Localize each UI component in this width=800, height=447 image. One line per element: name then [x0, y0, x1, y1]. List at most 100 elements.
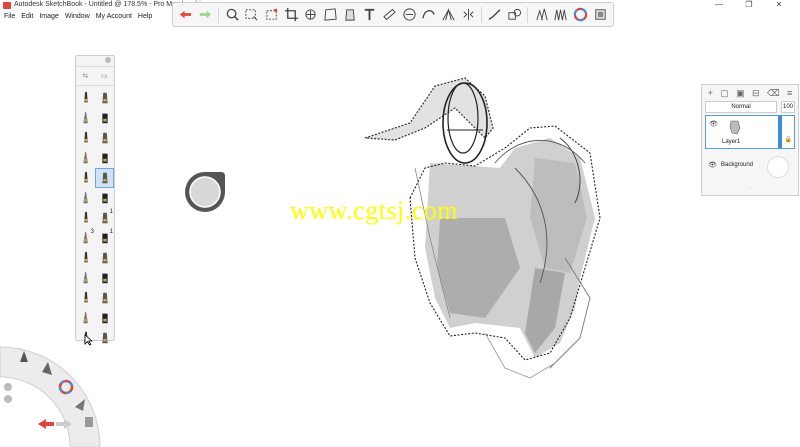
canvas-drawing[interactable] — [355, 68, 615, 390]
eraser-brush[interactable] — [76, 128, 95, 148]
add-image-icon[interactable]: ▣ — [736, 88, 745, 99]
blender-brush[interactable]: 3 — [76, 228, 95, 248]
brush-properties-icon[interactable]: ⇆ — [82, 72, 88, 80]
brush-palette-header[interactable] — [76, 56, 114, 67]
color-swatch-icon — [594, 9, 606, 20]
splatter-brush-icon — [83, 251, 88, 263]
lock-icon[interactable]: 🔒 — [785, 136, 792, 143]
distort-icon — [324, 8, 337, 21]
brush-panel-button[interactable] — [532, 5, 550, 24]
lagoon-settings-icon[interactable] — [4, 395, 12, 403]
menu-help[interactable]: Help — [138, 11, 152, 22]
round-brush[interactable]: 1 — [95, 208, 114, 228]
distort-button[interactable] — [322, 5, 340, 24]
text-button[interactable] — [361, 5, 379, 24]
brush-library-icon[interactable]: ▭ — [101, 72, 108, 80]
add-layer-icon[interactable]: + — [708, 88, 713, 98]
layer-row-layer1[interactable]: 👁 Layer1 🔒 — [705, 115, 795, 149]
layer-menu-icon[interactable]: ≡ — [787, 88, 792, 98]
shape-button[interactable] — [506, 5, 524, 24]
minimize-button[interactable]: — — [704, 0, 734, 10]
background-color-swatch[interactable] — [767, 156, 789, 178]
crop-button[interactable] — [282, 5, 300, 24]
marker-brush[interactable] — [95, 108, 114, 128]
blend-mode-select[interactable]: Normal — [705, 101, 777, 113]
fill-button[interactable] — [341, 5, 359, 24]
crop-select-icon — [266, 8, 278, 20]
eye-icon[interactable]: 👁 — [708, 161, 717, 169]
app-icon — [3, 2, 11, 9]
splatter-brush[interactable] — [76, 248, 95, 268]
calligraphy-brush[interactable]: 1 — [95, 228, 114, 248]
airbrush-brush[interactable] — [95, 88, 114, 108]
color-wheel-button[interactable] — [572, 5, 590, 24]
flat-brush-icon — [83, 211, 88, 223]
menu-edit[interactable]: Edit — [21, 11, 33, 22]
undo-icon — [180, 10, 192, 19]
block-brush-icon — [101, 292, 108, 304]
layer-row-background[interactable]: 👁 Background — [705, 151, 795, 181]
zoom-button[interactable] — [223, 5, 241, 24]
crop-select-button[interactable] — [263, 5, 281, 24]
merge-layer-icon[interactable]: ⊟ — [752, 88, 760, 99]
perspective-button[interactable] — [440, 5, 458, 24]
texture-brush[interactable] — [95, 248, 114, 268]
select-button[interactable] — [243, 5, 261, 24]
ruler-button[interactable] — [381, 5, 399, 24]
stroke-icon — [488, 9, 501, 20]
ink-pen-brush[interactable] — [95, 128, 114, 148]
select-icon — [245, 9, 258, 21]
technical-pen-brush[interactable] — [95, 308, 114, 328]
layer-panel-grip[interactable]: ··· — [702, 185, 798, 195]
charcoal-brush[interactable] — [76, 268, 95, 288]
add-group-icon[interactable]: ▢ — [720, 88, 729, 99]
symmetry-button[interactable] — [459, 5, 477, 24]
stroke-button[interactable] — [486, 5, 504, 24]
ellipse-guide-button[interactable] — [400, 5, 418, 24]
eye-icon[interactable]: 👁 — [709, 120, 718, 128]
maximize-button[interactable]: ❐ — [734, 0, 764, 10]
layer-opacity-bar[interactable] — [778, 116, 782, 148]
redo-button[interactable] — [197, 5, 215, 24]
french-curve-button[interactable] — [420, 5, 438, 24]
layer-toolbar: + ▢ ▣ ⊟ ⌫ ≡ — [702, 85, 798, 101]
highlighter-brush[interactable] — [76, 288, 95, 308]
soft-pencil-brush[interactable] — [95, 168, 114, 188]
pencil-brush[interactable] — [76, 108, 95, 128]
lagoon-menu[interactable] — [0, 337, 110, 447]
chisel-brush-icon — [82, 151, 88, 164]
ballpoint-pen-brush[interactable] — [76, 88, 95, 108]
crop-icon — [284, 7, 298, 22]
menu-image[interactable]: Image — [39, 11, 58, 22]
sharp-pencil-brush[interactable] — [76, 308, 95, 328]
crayon-brush[interactable] — [95, 268, 114, 288]
hard-pencil-brush[interactable] — [76, 168, 95, 188]
copy-icon[interactable] — [85, 417, 93, 427]
delete-layer-icon[interactable]: ⌫ — [767, 88, 780, 99]
menu-file[interactable]: File — [4, 11, 15, 22]
menu-window[interactable]: Window — [65, 11, 90, 22]
layer-editor: + ▢ ▣ ⊟ ⌫ ≡ Normal 100 👁 Layer1 🔒 👁 Back… — [701, 84, 799, 196]
undo-icon[interactable] — [38, 419, 54, 429]
chisel-brush[interactable] — [76, 148, 95, 168]
fine-pen-brush[interactable] — [95, 148, 114, 168]
brush-puck[interactable] — [183, 170, 228, 214]
smudge-brush[interactable] — [95, 188, 114, 208]
color-swatch-button[interactable] — [591, 5, 609, 24]
block-brush[interactable] — [95, 288, 114, 308]
watermark-text: www.cgtsj.com — [290, 196, 459, 225]
flat-brush[interactable] — [76, 208, 95, 228]
transform-button[interactable] — [302, 5, 320, 24]
undo-button[interactable] — [177, 5, 195, 24]
charcoal-brush-icon — [82, 271, 88, 284]
menu-my-account[interactable]: My Account — [96, 11, 132, 22]
opacity-field[interactable]: 100 — [781, 101, 795, 113]
close-button[interactable]: ✕ — [764, 0, 794, 10]
close-icon[interactable] — [105, 57, 111, 63]
paint-brush[interactable] — [76, 188, 95, 208]
brush-library-button[interactable] — [552, 5, 570, 24]
airbrush-brush-icon — [101, 92, 108, 104]
lagoon-toggle-icon[interactable] — [4, 383, 12, 391]
texture-brush-icon — [101, 252, 108, 264]
brush-palette: ⇆ ▭ 1 3 1 — [75, 55, 115, 344]
